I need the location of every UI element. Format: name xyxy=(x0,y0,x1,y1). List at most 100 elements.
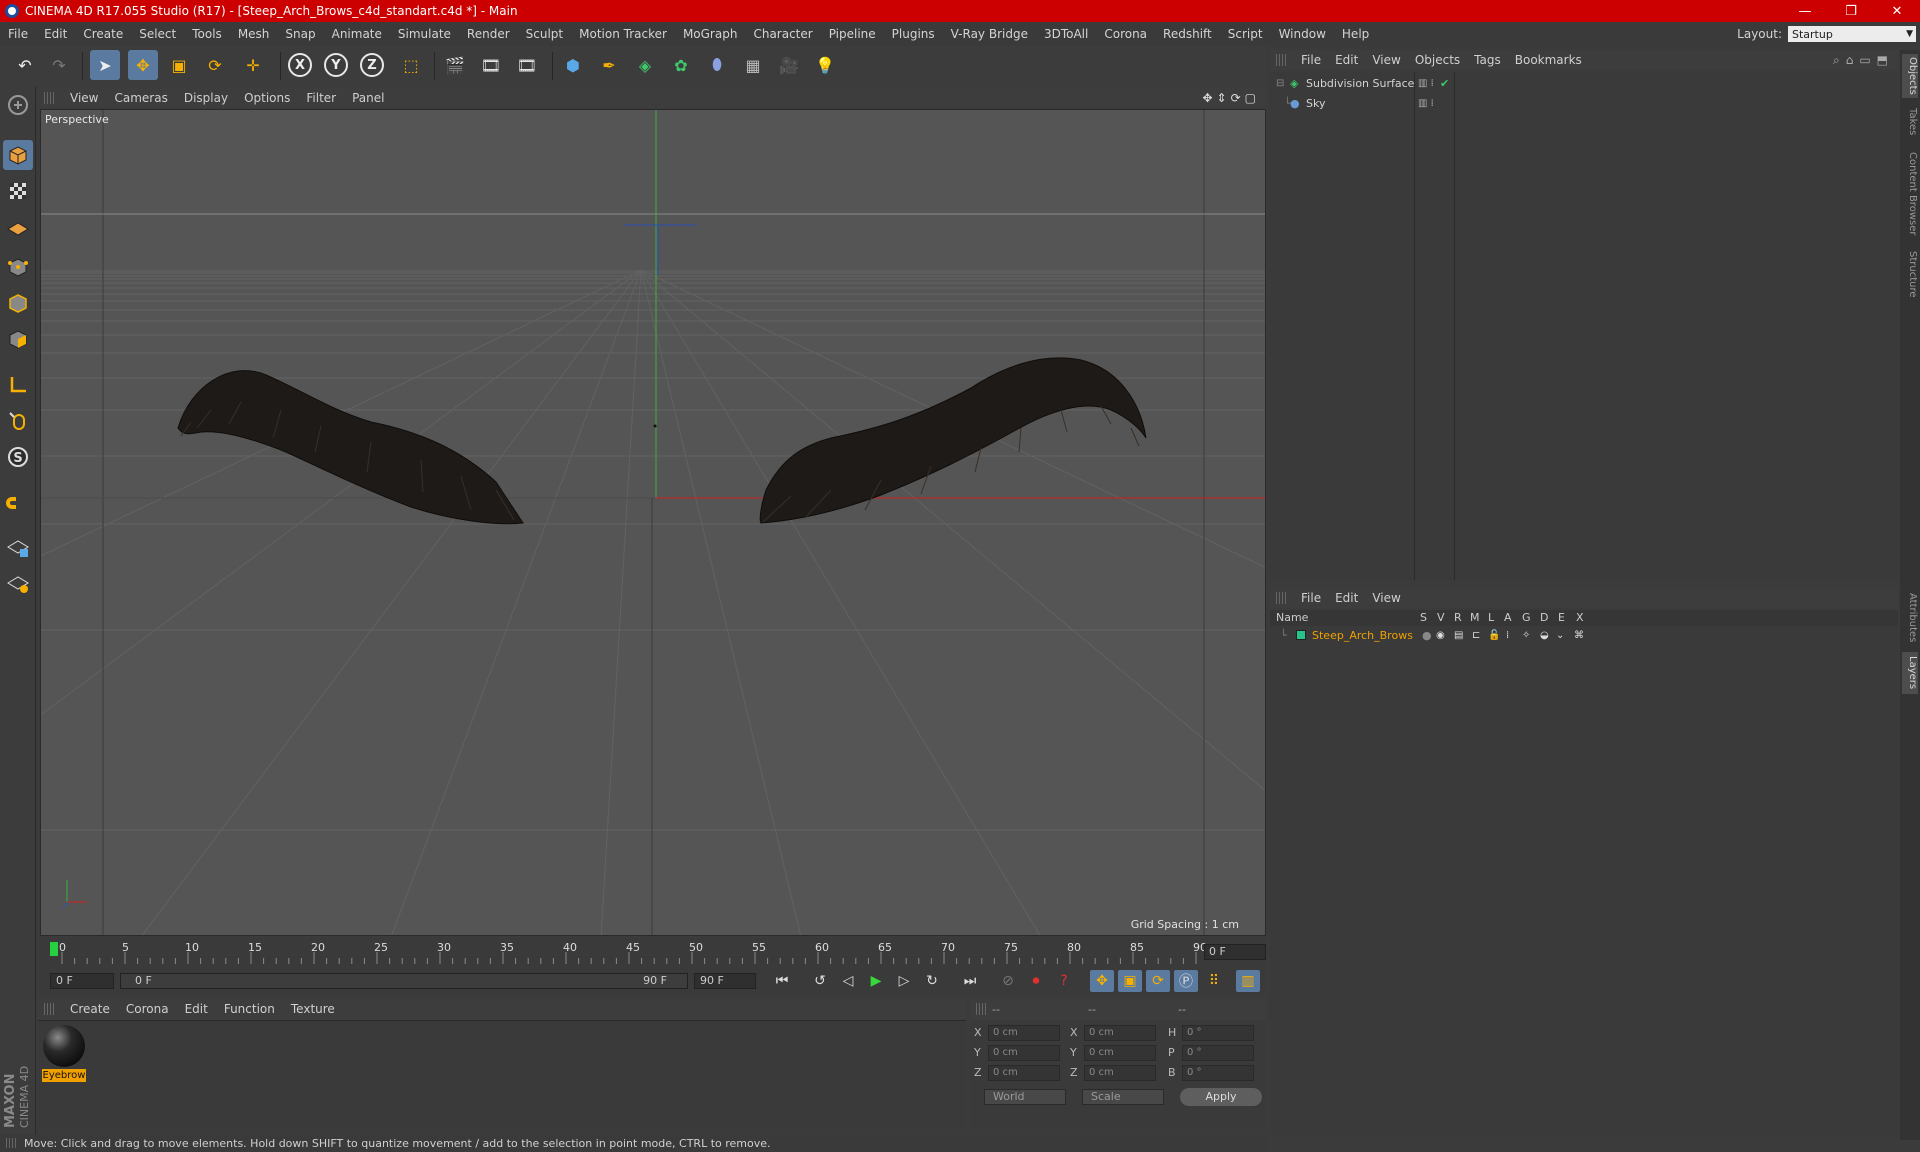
menu-help[interactable]: Help xyxy=(1334,27,1377,41)
layer-col-view[interactable]: V xyxy=(1437,611,1445,624)
material-swatch[interactable]: Eyebrow xyxy=(42,1025,86,1083)
axis-mode-icon[interactable] xyxy=(3,370,33,400)
polygons-mode-icon[interactable] xyxy=(3,324,33,354)
panel-grip-icon[interactable] xyxy=(1276,592,1288,604)
enabled-check-icon[interactable]: ✔ xyxy=(1440,77,1449,90)
layer-col-name[interactable]: Name xyxy=(1276,611,1308,624)
side-tab-takes[interactable]: Takes xyxy=(1902,102,1918,142)
layer-solo-icon[interactable]: ● xyxy=(1422,629,1432,642)
layer-row[interactable]: └ Steep_Arch_Brows ● ◉ ▤ ⊏ 🔓 ⁞ ✧ ◒ ⌄ ⌘ xyxy=(1270,626,1898,645)
tweak-mode-icon[interactable] xyxy=(3,406,33,436)
record-keys-icon[interactable]: ⊘ xyxy=(996,970,1020,992)
magnet-icon[interactable] xyxy=(3,488,33,518)
layer-col-xref[interactable]: X xyxy=(1576,611,1584,624)
coord-size-z-field[interactable]: 0 cm xyxy=(1084,1065,1156,1081)
layer-col-deformers[interactable]: D xyxy=(1540,611,1548,624)
previous-frame-icon[interactable]: ◁ xyxy=(836,970,860,992)
previous-key-icon[interactable]: ↺ xyxy=(808,970,832,992)
layer-col-solo[interactable]: S xyxy=(1420,611,1427,624)
go-to-end-icon[interactable]: ⏭ xyxy=(958,970,982,992)
coordinate-system-icon[interactable]: ⬚ xyxy=(396,50,426,80)
menu-tools[interactable]: Tools xyxy=(184,27,230,41)
menu-sculpt[interactable]: Sculpt xyxy=(518,27,571,41)
layer-menu-file[interactable]: File xyxy=(1294,591,1328,605)
menu-corona[interactable]: Corona xyxy=(1096,27,1155,41)
menu-file[interactable]: File xyxy=(0,27,36,41)
viewport-menu-filter[interactable]: Filter xyxy=(298,91,344,105)
panel-grip-icon[interactable] xyxy=(44,92,56,104)
timeline-ruler[interactable]: 0 5 10 15 20 25 30 35 40 45 50 55 60 65 70 75 80 85 90 0 F xyxy=(40,938,1266,966)
make-editable-icon[interactable] xyxy=(3,90,33,120)
menu-window[interactable]: Window xyxy=(1271,27,1334,41)
menu-redshift[interactable]: Redshift xyxy=(1155,27,1220,41)
undo-icon[interactable]: ↶ xyxy=(10,50,40,80)
layer-col-render[interactable]: R xyxy=(1454,611,1462,624)
menu-select[interactable]: Select xyxy=(131,27,184,41)
coord-transform-dropdown[interactable]: Scale xyxy=(1082,1089,1164,1105)
redo-icon[interactable]: ↷ xyxy=(44,50,74,80)
coord-pos-z-field[interactable]: 0 cm xyxy=(988,1065,1060,1081)
key-scale-icon[interactable]: ▣ xyxy=(1118,970,1142,992)
start-frame-field[interactable]: 0 F xyxy=(50,973,114,989)
transform-tool-icon[interactable]: ✛ xyxy=(238,50,268,80)
floor-icon[interactable]: ▦ xyxy=(738,50,768,80)
menu-simulate[interactable]: Simulate xyxy=(390,27,459,41)
material-menu-corona[interactable]: Corona xyxy=(118,1002,177,1016)
object-menu-file[interactable]: File xyxy=(1294,53,1328,67)
panel-grip-icon[interactable] xyxy=(976,1003,988,1015)
coord-rot-p-field[interactable]: 0 ° xyxy=(1182,1045,1254,1061)
select-arrow-icon[interactable]: ➤ xyxy=(90,50,120,80)
mograph-cloner-icon[interactable]: ✿ xyxy=(666,50,696,80)
side-tab-objects[interactable]: Objects xyxy=(1902,54,1918,98)
menu-render[interactable]: Render xyxy=(459,27,518,41)
restore-button[interactable]: ❐ xyxy=(1828,4,1874,19)
object-name[interactable]: Sky xyxy=(1306,97,1325,110)
visibility-dots-icon[interactable]: ▥ ⁞ xyxy=(1418,78,1434,89)
menu-script[interactable]: Script xyxy=(1220,27,1271,41)
model-mode-icon[interactable] xyxy=(3,140,33,170)
grid-solo-icon[interactable] xyxy=(3,568,33,598)
grid-lock-icon[interactable] xyxy=(3,532,33,562)
object-row[interactable]: ⊟ ◈ Subdivision Surface ▥ ⁞ ✔ xyxy=(1270,74,1898,93)
end-frame-field[interactable]: 90 F xyxy=(694,973,756,989)
object-menu-bookmarks[interactable]: Bookmarks xyxy=(1508,53,1589,67)
menu-create[interactable]: Create xyxy=(75,27,131,41)
panel-grip-icon[interactable] xyxy=(44,1003,56,1015)
light-icon[interactable]: 💡 xyxy=(810,50,840,80)
layer-col-manager[interactable]: M xyxy=(1470,611,1480,624)
y-axis-lock-button[interactable]: Y xyxy=(324,53,348,77)
panel-grip-icon[interactable] xyxy=(1276,54,1288,66)
perspective-viewport[interactable]: Perspective Grid Spacing : 1 cm xyxy=(40,109,1266,936)
close-button[interactable]: ✕ xyxy=(1874,4,1920,19)
snap-icon[interactable]: S xyxy=(3,442,33,472)
layer-render-icon[interactable]: ▤ xyxy=(1454,630,1463,641)
texture-mode-icon[interactable] xyxy=(3,176,33,206)
layer-color-swatch[interactable] xyxy=(1296,630,1306,640)
layer-col-animation[interactable]: A xyxy=(1504,611,1512,624)
go-to-start-icon[interactable]: ⏮ xyxy=(770,970,794,992)
timeline-window-icon[interactable]: ▥ xyxy=(1236,970,1260,992)
layout-dropdown[interactable]: Startup ▼ xyxy=(1788,26,1916,42)
object-menu-view[interactable]: View xyxy=(1365,53,1407,67)
coord-pos-x-field[interactable]: 0 cm xyxy=(988,1025,1060,1041)
layer-col-locked[interactable]: L xyxy=(1488,611,1494,624)
coord-size-x-field[interactable]: 0 cm xyxy=(1084,1025,1156,1041)
menu-vray-bridge[interactable]: V-Ray Bridge xyxy=(943,27,1036,41)
key-pla-icon[interactable]: ⠿ xyxy=(1202,970,1226,992)
layer-xref-icon[interactable]: ⌘ xyxy=(1574,630,1584,641)
side-tab-attributes[interactable]: Attributes xyxy=(1902,588,1918,648)
edges-mode-icon[interactable] xyxy=(3,288,33,318)
coord-rot-b-field[interactable]: 0 ° xyxy=(1182,1065,1254,1081)
viewport-menu-panel[interactable]: Panel xyxy=(344,91,392,105)
menu-character[interactable]: Character xyxy=(745,27,820,41)
visibility-dots-icon[interactable]: ▥ ⁞ xyxy=(1418,98,1434,109)
current-frame-marker[interactable] xyxy=(50,942,58,956)
preview-range-slider[interactable]: 0 F 90 F xyxy=(120,973,688,989)
layer-menu-view[interactable]: View xyxy=(1365,591,1407,605)
key-rotation-icon[interactable]: ⟳ xyxy=(1146,970,1170,992)
side-tab-structure[interactable]: Structure xyxy=(1902,246,1918,302)
key-parameter-icon[interactable]: Ⓟ xyxy=(1174,970,1198,992)
autokey-icon[interactable]: ⏺ xyxy=(1024,970,1048,992)
layer-lock-icon[interactable]: 🔓 xyxy=(1488,630,1500,641)
coord-rot-h-field[interactable]: 0 ° xyxy=(1182,1025,1254,1041)
